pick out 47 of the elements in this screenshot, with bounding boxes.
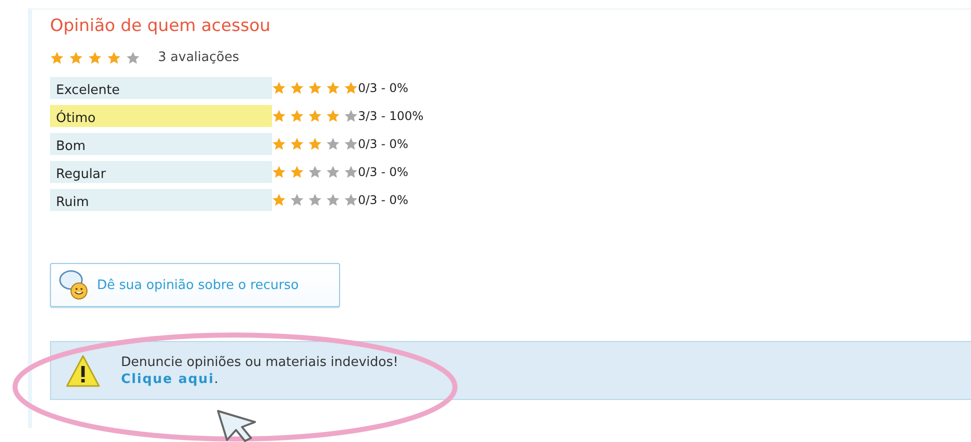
star-icon — [272, 165, 286, 179]
report-message: Denuncie opiniões ou materiais indevidos! Clique aqui. — [121, 354, 398, 388]
rating-label: Ótimo — [50, 105, 272, 127]
star-icon — [326, 81, 340, 95]
star-icon — [290, 165, 304, 179]
star-icon — [272, 109, 286, 123]
star-icon — [326, 109, 340, 123]
star-icon — [308, 81, 322, 95]
star-icon — [326, 137, 340, 151]
star-icon — [69, 50, 83, 64]
star-icon — [308, 109, 322, 123]
star-icon — [326, 165, 340, 179]
star-icon — [272, 193, 286, 207]
star-icon — [344, 81, 358, 95]
star-icon — [308, 137, 322, 151]
rating-label: Ruim — [50, 189, 272, 211]
rating-label: Bom — [50, 133, 272, 155]
star-icon — [308, 193, 322, 207]
report-link[interactable]: Clique aqui — [121, 372, 214, 386]
star-icon — [326, 193, 340, 207]
star-icon — [344, 137, 358, 151]
give-opinion-button[interactable]: Dê sua opinião sobre o recurso — [50, 263, 340, 307]
rating-result: 0/3 - 0% — [358, 193, 408, 207]
star-icon — [344, 165, 358, 179]
star-icon — [290, 81, 304, 95]
rating-label: Regular — [50, 161, 272, 183]
star-icon — [88, 50, 102, 64]
star-icon — [290, 193, 304, 207]
star-icon — [272, 81, 286, 95]
rating-result: 3/3 - 100% — [358, 109, 424, 123]
rating-result: 0/3 - 0% — [358, 165, 408, 179]
rating-result: 0/3 - 0% — [358, 137, 408, 151]
star-icon — [272, 137, 286, 151]
rating-label: Excelente — [50, 77, 272, 99]
rating-result: 0/3 - 0% — [358, 81, 408, 95]
star-icon — [344, 109, 358, 123]
star-icon — [344, 193, 358, 207]
section-title: Opinião de quem acessou — [50, 16, 272, 36]
star-icon — [290, 137, 304, 151]
star-icon — [308, 165, 322, 179]
warning-icon — [65, 354, 101, 388]
star-icon — [107, 50, 121, 64]
star-icon — [50, 50, 64, 64]
star-icon — [126, 50, 140, 64]
star-icon — [290, 109, 304, 123]
chat-smiley-icon — [59, 269, 89, 301]
rating-count: 3 avaliações — [158, 50, 240, 65]
